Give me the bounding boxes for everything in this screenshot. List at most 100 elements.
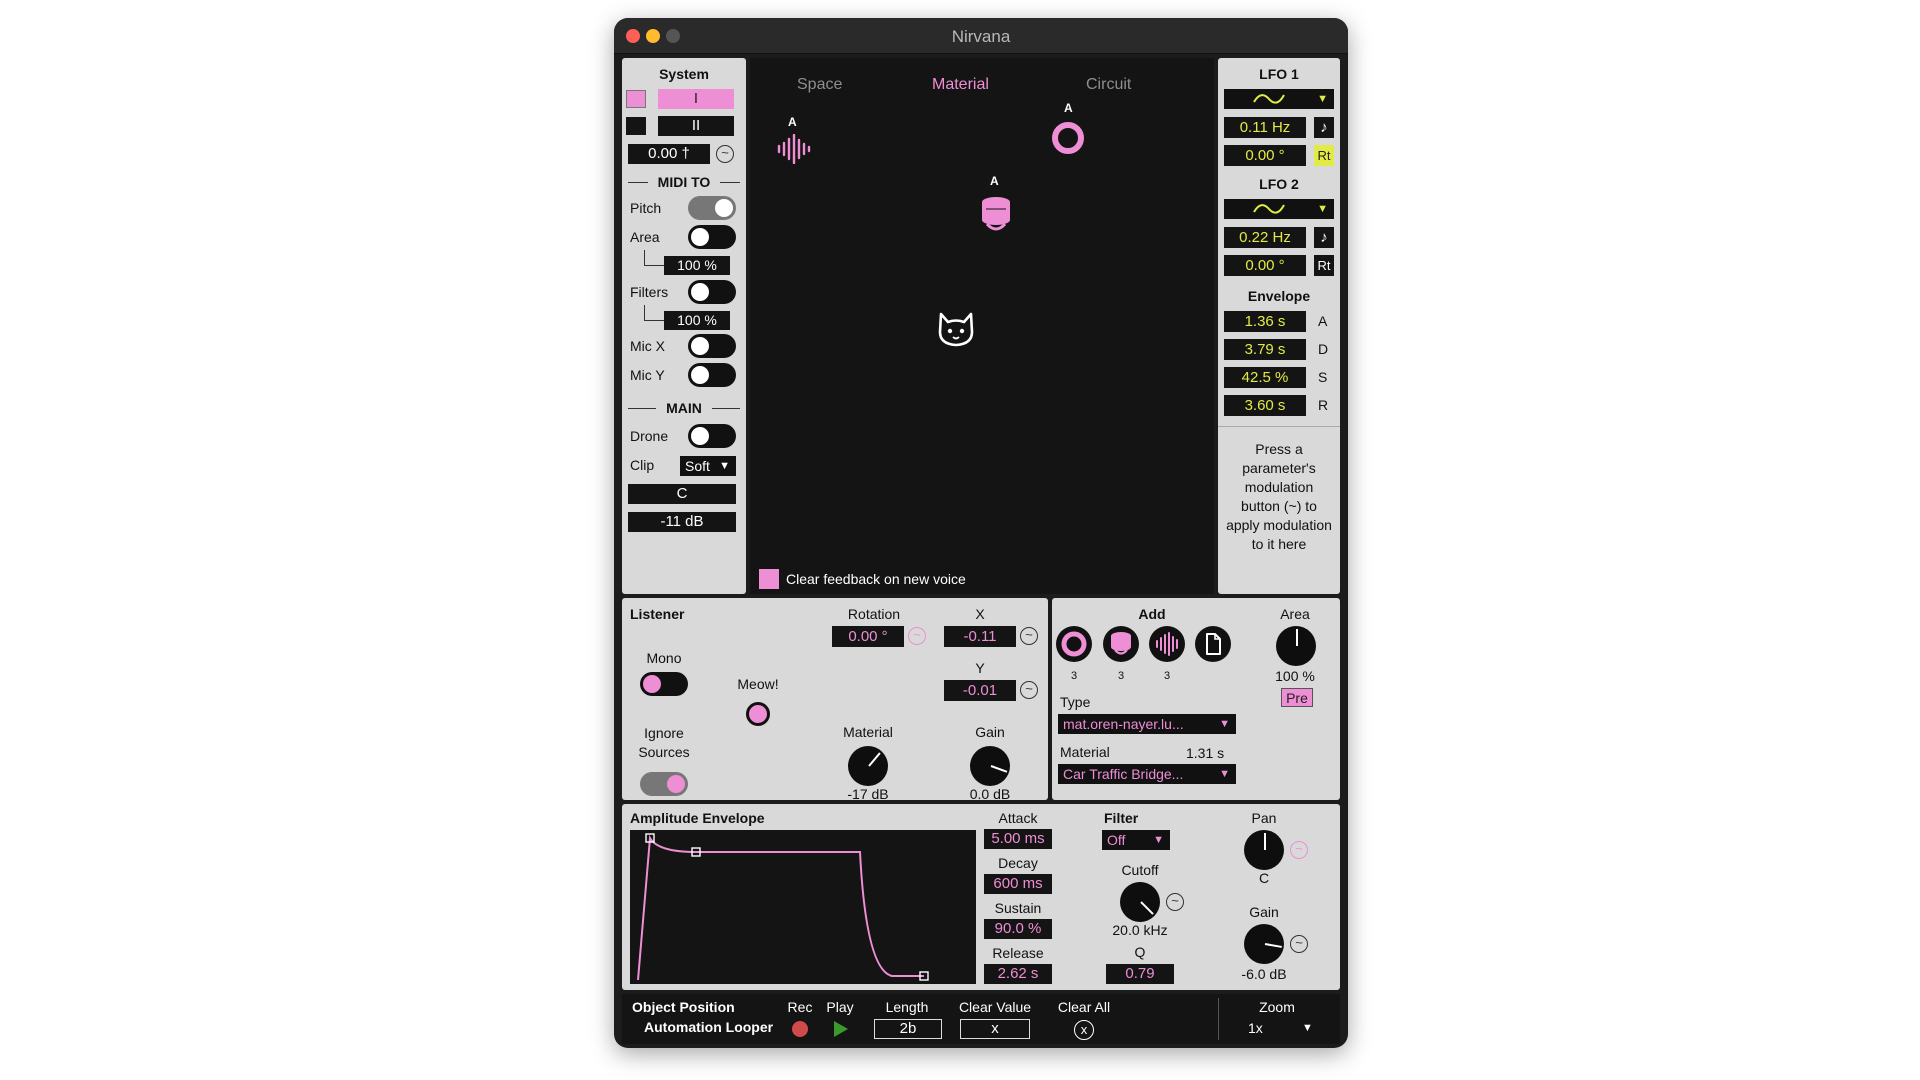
bell-source-icon[interactable] <box>978 194 1014 238</box>
lfo2-sync-button[interactable]: ♪ <box>1314 227 1334 248</box>
env-attack-field[interactable]: 1.36 s <box>1224 311 1306 332</box>
env-release-field[interactable]: 3.60 s <box>1224 395 1306 416</box>
lfo1-rate-field[interactable]: 0.11 Hz <box>1224 117 1306 138</box>
mono-toggle[interactable] <box>640 672 688 696</box>
amp-gain-knob[interactable] <box>1244 924 1284 964</box>
add-area-knob[interactable] <box>1276 626 1316 666</box>
tempo-mod-button[interactable]: ~ <box>716 145 734 163</box>
lfo2-retrigger-button[interactable]: Rt <box>1314 255 1334 276</box>
clear-value-button[interactable]: x <box>960 1019 1030 1039</box>
pan-knob[interactable] <box>1244 830 1284 870</box>
listener-panel: Listener Mono Ignore Sources Meow! Rotat… <box>622 598 1048 802</box>
add-ring-source-button[interactable] <box>1056 626 1092 662</box>
lfo2-shape-dropdown[interactable]: ▼ <box>1224 199 1334 219</box>
x-mod-button[interactable]: ~ <box>1020 627 1038 645</box>
cutoff-knob[interactable] <box>1120 882 1160 922</box>
clear-all-button[interactable]: x <box>1074 1020 1094 1040</box>
cutoff-mod-button[interactable]: ~ <box>1166 893 1184 911</box>
y-mod-button[interactable]: ~ <box>1020 681 1038 699</box>
drone-toggle[interactable] <box>688 424 736 448</box>
clip-value: Soft <box>685 458 710 474</box>
lfo1-sync-button[interactable]: ♪ <box>1314 117 1334 138</box>
pause-button[interactable]: II <box>658 116 734 136</box>
attack-label: Attack <box>998 810 1038 826</box>
tree-line <box>644 305 664 321</box>
decay-field[interactable]: 600 ms <box>984 874 1052 894</box>
play-icon[interactable] <box>832 1020 850 1038</box>
meow-button[interactable] <box>746 702 770 726</box>
lfo2-rate-field[interactable]: 0.22 Hz <box>1224 227 1306 248</box>
env-sustain-field[interactable]: 42.5 % <box>1224 367 1306 388</box>
ring-count: 3 <box>1070 670 1078 682</box>
envelope-graph[interactable] <box>630 830 976 984</box>
record-button[interactable] <box>792 1021 808 1037</box>
ignore-sources-toggle[interactable] <box>640 772 688 796</box>
pitch-label: Pitch <box>630 200 662 216</box>
length-field[interactable]: 2b <box>874 1019 942 1039</box>
key-field[interactable]: C <box>628 484 736 504</box>
tempo-field[interactable]: 0.00 † <box>628 144 710 164</box>
space-view[interactable]: Space Material Circuit A A A Clear feedb… <box>750 58 1214 594</box>
lfo2-phase-field[interactable]: 0.00 ° <box>1224 255 1306 276</box>
rotation-field[interactable]: 0.00 ° <box>832 626 904 647</box>
play-button[interactable]: I <box>658 89 734 109</box>
lfo1-retrigger-button[interactable]: Rt <box>1314 145 1334 166</box>
material-dropdown[interactable]: Car Traffic Bridge... ▼ <box>1058 764 1236 784</box>
divider <box>720 182 740 183</box>
level-field[interactable]: -11 dB <box>628 512 736 532</box>
lfo1-phase-field[interactable]: 0.00 ° <box>1224 145 1306 166</box>
amp-gain-mod-button[interactable]: ~ <box>1290 935 1308 953</box>
pre-button[interactable]: Pre <box>1281 688 1313 707</box>
type-dropdown[interactable]: mat.oren-nayer.lu... ▼ <box>1058 714 1236 734</box>
window-title: Nirvana <box>951 27 1011 46</box>
divider <box>712 408 740 409</box>
filters-toggle[interactable] <box>688 280 736 304</box>
chevron-down-icon: ▼ <box>1317 203 1328 215</box>
area-toggle[interactable] <box>688 225 736 249</box>
listener-material-label: Material <box>843 724 893 740</box>
looper-bar: Object Position Automation Looper Rec Pl… <box>622 994 1340 1044</box>
mono-label: Mono <box>646 650 682 666</box>
rotation-mod-button[interactable]: ~ <box>908 627 926 645</box>
decay-label: Decay <box>998 855 1038 871</box>
sustain-field[interactable]: 90.0 % <box>984 919 1052 939</box>
zoom-dropdown[interactable]: 1x ▼ <box>1234 1018 1324 1040</box>
play-indicator <box>626 90 646 108</box>
add-material-label: Material <box>1060 744 1110 760</box>
mic-y-toggle[interactable] <box>688 363 736 387</box>
cat-listener-icon[interactable] <box>936 310 976 348</box>
waveform-source-icon[interactable] <box>776 134 812 164</box>
clip-label: Clip <box>630 457 655 473</box>
attack-field[interactable]: 5.00 ms <box>984 829 1052 849</box>
tab-material[interactable]: Material <box>932 76 989 94</box>
filters-amount-field[interactable]: 100 % <box>664 311 730 330</box>
ring-source-icon <box>1061 631 1087 657</box>
add-file-source-button[interactable] <box>1195 626 1231 662</box>
add-bell-source-button[interactable] <box>1103 626 1139 662</box>
pitch-toggle[interactable] <box>688 196 736 220</box>
tab-space[interactable]: Space <box>797 76 842 94</box>
filter-dropdown[interactable]: Off ▼ <box>1102 830 1170 850</box>
chevron-down-icon: ▼ <box>719 460 730 472</box>
ring-source-icon[interactable] <box>1050 120 1086 156</box>
add-waveform-source-button[interactable] <box>1149 626 1185 662</box>
amp-gain-value: -6.0 dB <box>1241 966 1287 982</box>
clear-feedback-checkbox[interactable] <box>759 569 779 589</box>
chevron-down-icon: ▼ <box>1153 834 1164 846</box>
pause-indicator <box>626 117 646 135</box>
pan-mod-button[interactable]: ~ <box>1290 841 1308 859</box>
release-field[interactable]: 2.62 s <box>984 964 1052 984</box>
tab-circuit[interactable]: Circuit <box>1086 76 1131 94</box>
lfo2-title: LFO 2 <box>1259 176 1299 192</box>
listener-material-value: -17 dB <box>847 786 889 802</box>
area-amount-field[interactable]: 100 % <box>664 256 730 275</box>
env-decay-field[interactable]: 3.79 s <box>1224 339 1306 360</box>
clip-dropdown[interactable]: Soft ▼ <box>680 456 736 476</box>
q-field[interactable]: 0.79 <box>1106 964 1174 984</box>
mic-x-toggle[interactable] <box>688 334 736 358</box>
listener-material-knob[interactable] <box>848 746 888 786</box>
y-field[interactable]: -0.01 <box>944 680 1016 701</box>
lfo1-shape-dropdown[interactable]: ▼ <box>1224 89 1334 109</box>
x-field[interactable]: -0.11 <box>944 626 1016 647</box>
listener-gain-knob[interactable] <box>970 746 1010 786</box>
